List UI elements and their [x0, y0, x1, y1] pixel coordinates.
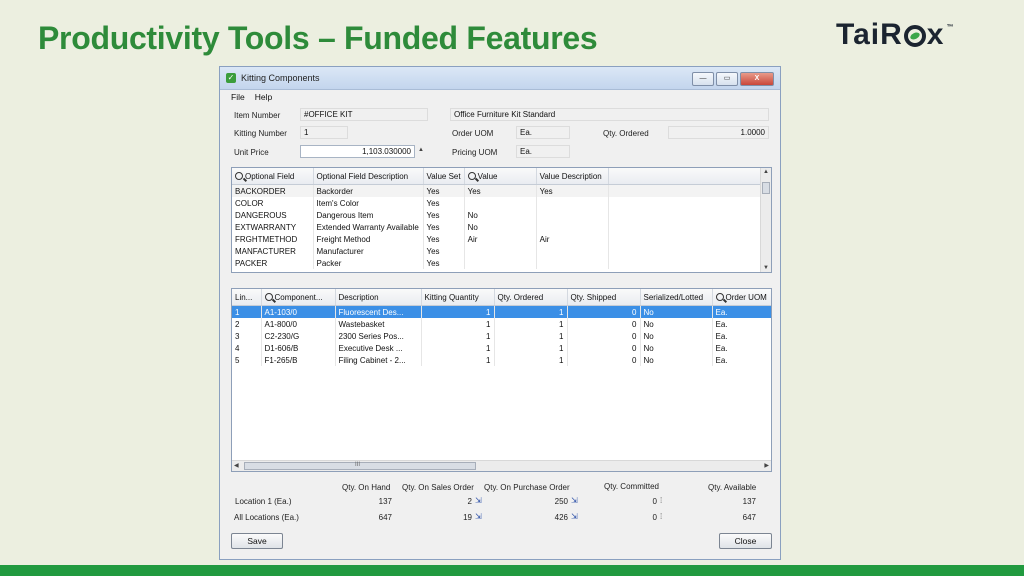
drilldown-icon[interactable]: ⇲ [475, 512, 482, 521]
window-controls: — ▭ X [692, 72, 774, 86]
all-committed: 0 [652, 513, 657, 522]
col-component[interactable]: Component... [261, 289, 336, 306]
scroll-left-icon[interactable]: ◀ [234, 462, 239, 469]
drilldown-icon[interactable]: ⇲ [475, 496, 482, 505]
finder-icon[interactable] [715, 292, 724, 301]
col-value[interactable]: Value [464, 168, 537, 185]
table-row[interactable]: 3 C2-230/G 2300 Series Pos... 1 1 0 No Ea. [232, 330, 771, 342]
location-committed: 0 [652, 497, 657, 506]
minimize-button[interactable]: — [692, 72, 714, 86]
col-serialized-lotted[interactable]: Serialized/Lotted [640, 289, 713, 306]
pricing-uom-field: Ea. [516, 145, 570, 158]
menu-file[interactable]: File [231, 92, 245, 105]
scroll-down-icon[interactable]: ▼ [763, 265, 769, 271]
maximize-button[interactable]: ▭ [716, 72, 738, 86]
col-optional-field[interactable]: Optional Field [232, 168, 314, 185]
footer-bar [0, 565, 1024, 576]
order-uom-field: Ea. [516, 126, 570, 139]
table-row[interactable]: BACKORDER Backorder Yes Yes Yes [232, 184, 764, 197]
col-optional-field-description[interactable]: Optional Field Description [313, 168, 424, 185]
save-button[interactable]: Save [231, 533, 283, 549]
slide-title: Productivity Tools – Funded Features [38, 20, 598, 56]
qty-ordered-field: 1.0000 [668, 126, 769, 139]
menu-bar: File Help [220, 90, 780, 105]
optional-fields-vscroll[interactable]: ▲ ▼ [760, 168, 771, 272]
table-row[interactable]: COLOR Item's Color Yes [232, 197, 764, 209]
optional-fields-grid: Optional Field Optional Field Descriptio… [231, 167, 772, 273]
logo-text-end: x [926, 18, 945, 51]
drilldown-icon[interactable]: ⁞ [660, 496, 662, 505]
col-line[interactable]: Lin... [232, 289, 262, 306]
qty-on-purchase-order-header: Qty. On Purchase Order [484, 483, 570, 492]
kitting-number-label: Kitting Number [234, 129, 287, 138]
window-title: Kitting Components [241, 73, 320, 83]
location-1-label: Location 1 (Ea.) [235, 497, 292, 506]
scroll-right-icon[interactable]: ▶ [764, 462, 769, 469]
table-row[interactable]: PACKER Packer Yes [232, 257, 764, 269]
table-row[interactable]: 5 F1-265/B Filing Cabinet - 2... 1 1 0 No Ea. [232, 354, 771, 366]
location-on-purchase-order: 250 [554, 497, 568, 506]
qty-on-hand-header: Qty. On Hand [342, 483, 391, 492]
table-row[interactable]: FRGHTMETHOD Freight Method Yes Air Air [232, 233, 764, 245]
all-locations-label: All Locations (Ea.) [234, 513, 299, 522]
components-hscroll[interactable]: ◀ III ▶ [232, 460, 771, 471]
qty-ordered-label: Qty. Ordered [603, 129, 649, 138]
finder-icon[interactable] [235, 171, 243, 180]
col-value-set[interactable]: Value Set [423, 168, 465, 185]
price-up-arrow-icon[interactable]: ▲ [418, 147, 424, 153]
all-on-sales-order: 19 [463, 513, 472, 522]
drilldown-icon[interactable]: ⇲ [571, 512, 578, 521]
table-row[interactable]: 2 A1-800/0 Wastebasket 1 1 0 No Ea. [232, 318, 771, 330]
col-order-uom[interactable]: Order UOM [712, 289, 771, 306]
table-row[interactable]: 1 A1-103/0 Fluorescent Des... 1 1 0 No Ea. [232, 305, 771, 318]
tairox-logo: TaiR x ™ [836, 18, 954, 52]
drilldown-icon[interactable]: ⇲ [571, 496, 578, 505]
logo-text-start: TaiR [836, 18, 903, 51]
qty-committed-header: Qty. Committed [604, 482, 659, 491]
table-row[interactable]: 4 D1-606/B Executive Desk ... 1 1 0 No Ea. [232, 342, 771, 354]
app-check-icon: ✓ [226, 73, 236, 83]
components-grid: Lin... Component... Description Kitting … [231, 288, 772, 472]
scroll-thumb[interactable]: III [244, 462, 476, 470]
col-qty-ordered[interactable]: Qty. Ordered [494, 289, 568, 306]
col-qty-shipped[interactable]: Qty. Shipped [567, 289, 641, 306]
all-on-purchase-order: 426 [554, 513, 568, 522]
location-available: 137 [742, 497, 756, 506]
item-number-field[interactable]: #OFFICE KIT [300, 108, 428, 121]
col-kitting-quantity[interactable]: Kitting Quantity [421, 289, 495, 306]
logo-globe-icon [903, 25, 926, 47]
kitting-components-window: ✓ Kitting Components — ▭ X File Help Ite… [219, 66, 781, 560]
close-button[interactable]: Close [719, 533, 772, 549]
item-description-field: Office Furniture Kit Standard [450, 108, 769, 121]
scroll-grip: III [355, 462, 361, 468]
all-available: 647 [742, 513, 756, 522]
pricing-uom-label: Pricing UOM [452, 148, 498, 157]
kitting-number-field: 1 [300, 126, 348, 139]
table-row[interactable]: EXTWARRANTY Extended Warranty Available Ye… [232, 221, 764, 233]
table-row[interactable]: MANFACTURER Manufacturer Yes [232, 245, 764, 257]
table-row[interactable]: DANGEROUS Dangerous Item Yes No [232, 209, 764, 221]
location-on-hand: 137 [378, 497, 392, 506]
order-uom-label: Order UOM [452, 129, 494, 138]
col-empty [608, 168, 764, 185]
finder-icon[interactable] [467, 171, 476, 180]
unit-price-label: Unit Price [234, 148, 269, 157]
qty-on-sales-order-header: Qty. On Sales Order [402, 483, 474, 492]
menu-help[interactable]: Help [255, 92, 272, 105]
qty-available-header: Qty. Available [708, 483, 757, 492]
col-value-description[interactable]: Value Description [536, 168, 609, 185]
window-close-button[interactable]: X [740, 72, 774, 86]
unit-price-field[interactable]: 1,103.030000 [300, 145, 415, 158]
col-description[interactable]: Description [335, 289, 422, 306]
location-on-sales-order: 2 [467, 497, 472, 506]
scroll-thumb[interactable] [762, 182, 770, 194]
item-number-label: Item Number [234, 111, 281, 120]
drilldown-icon[interactable]: ⁞ [660, 512, 662, 521]
finder-icon[interactable] [264, 292, 273, 301]
logo-trademark: ™ [946, 24, 955, 31]
scroll-up-icon[interactable]: ▲ [763, 169, 769, 175]
all-on-hand: 647 [378, 513, 392, 522]
